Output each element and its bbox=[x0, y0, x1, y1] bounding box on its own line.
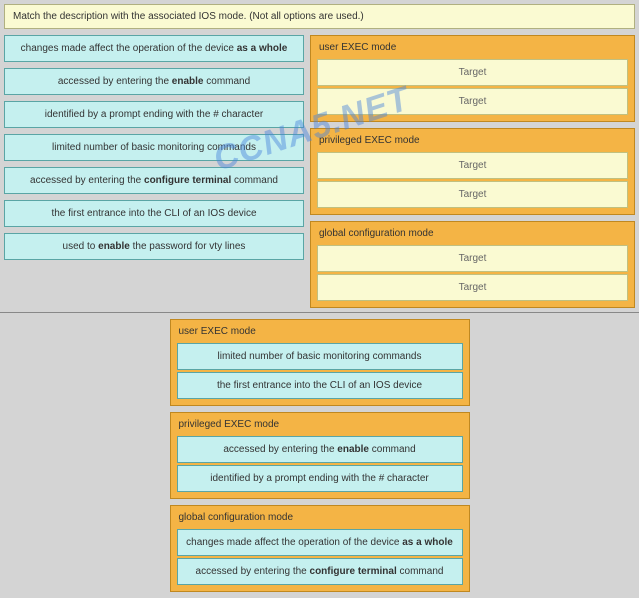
drag-item[interactable]: identified by a prompt ending with the #… bbox=[4, 101, 304, 128]
drop-target[interactable]: Target bbox=[317, 88, 628, 115]
answer-item: accessed by entering the configure termi… bbox=[177, 558, 463, 585]
answer-group-privileged-exec: privileged EXEC mode accessed by enterin… bbox=[170, 412, 470, 499]
answer-item: accessed by entering the enable command bbox=[177, 436, 463, 463]
answer-group-user-exec: user EXEC mode limited number of basic m… bbox=[170, 319, 470, 406]
group-title: privileged EXEC mode bbox=[315, 133, 630, 150]
answer-item: the first entrance into the CLI of an IO… bbox=[177, 372, 463, 399]
group-title: global configuration mode bbox=[175, 510, 465, 527]
drop-target[interactable]: Target bbox=[317, 181, 628, 208]
drop-group-global-config: global configuration mode Target Target bbox=[310, 221, 635, 308]
quiz-top-section: Match the description with the associate… bbox=[0, 0, 639, 312]
drop-target[interactable]: Target bbox=[317, 59, 628, 86]
group-title: privileged EXEC mode bbox=[175, 417, 465, 434]
group-title: user EXEC mode bbox=[175, 324, 465, 341]
drop-group-privileged-exec: privileged EXEC mode Target Target bbox=[310, 128, 635, 215]
answer-inner: user EXEC mode limited number of basic m… bbox=[170, 319, 470, 592]
answer-section: user EXEC mode limited number of basic m… bbox=[0, 312, 639, 598]
drag-item[interactable]: accessed by entering the enable command bbox=[4, 68, 304, 95]
drag-item[interactable]: used to enable the password for vty line… bbox=[4, 233, 304, 260]
drop-target[interactable]: Target bbox=[317, 245, 628, 272]
matching-area: changes made affect the operation of the… bbox=[4, 35, 635, 308]
group-title: user EXEC mode bbox=[315, 40, 630, 57]
answer-item: limited number of basic monitoring comma… bbox=[177, 343, 463, 370]
group-title: global configuration mode bbox=[315, 226, 630, 243]
drag-item[interactable]: the first entrance into the CLI of an IO… bbox=[4, 200, 304, 227]
drop-group-user-exec: user EXEC mode Target Target bbox=[310, 35, 635, 122]
drop-target[interactable]: Target bbox=[317, 152, 628, 179]
answer-group-global-config: global configuration mode changes made a… bbox=[170, 505, 470, 592]
answer-item: changes made affect the operation of the… bbox=[177, 529, 463, 556]
answer-item: identified by a prompt ending with the #… bbox=[177, 465, 463, 492]
drag-item[interactable]: accessed by entering the configure termi… bbox=[4, 167, 304, 194]
question-text: Match the description with the associate… bbox=[4, 4, 635, 29]
drop-target-column: user EXEC mode Target Target privileged … bbox=[310, 35, 635, 308]
drag-source-column: changes made affect the operation of the… bbox=[4, 35, 304, 308]
drag-item[interactable]: limited number of basic monitoring comma… bbox=[4, 134, 304, 161]
drop-target[interactable]: Target bbox=[317, 274, 628, 301]
drag-item[interactable]: changes made affect the operation of the… bbox=[4, 35, 304, 62]
